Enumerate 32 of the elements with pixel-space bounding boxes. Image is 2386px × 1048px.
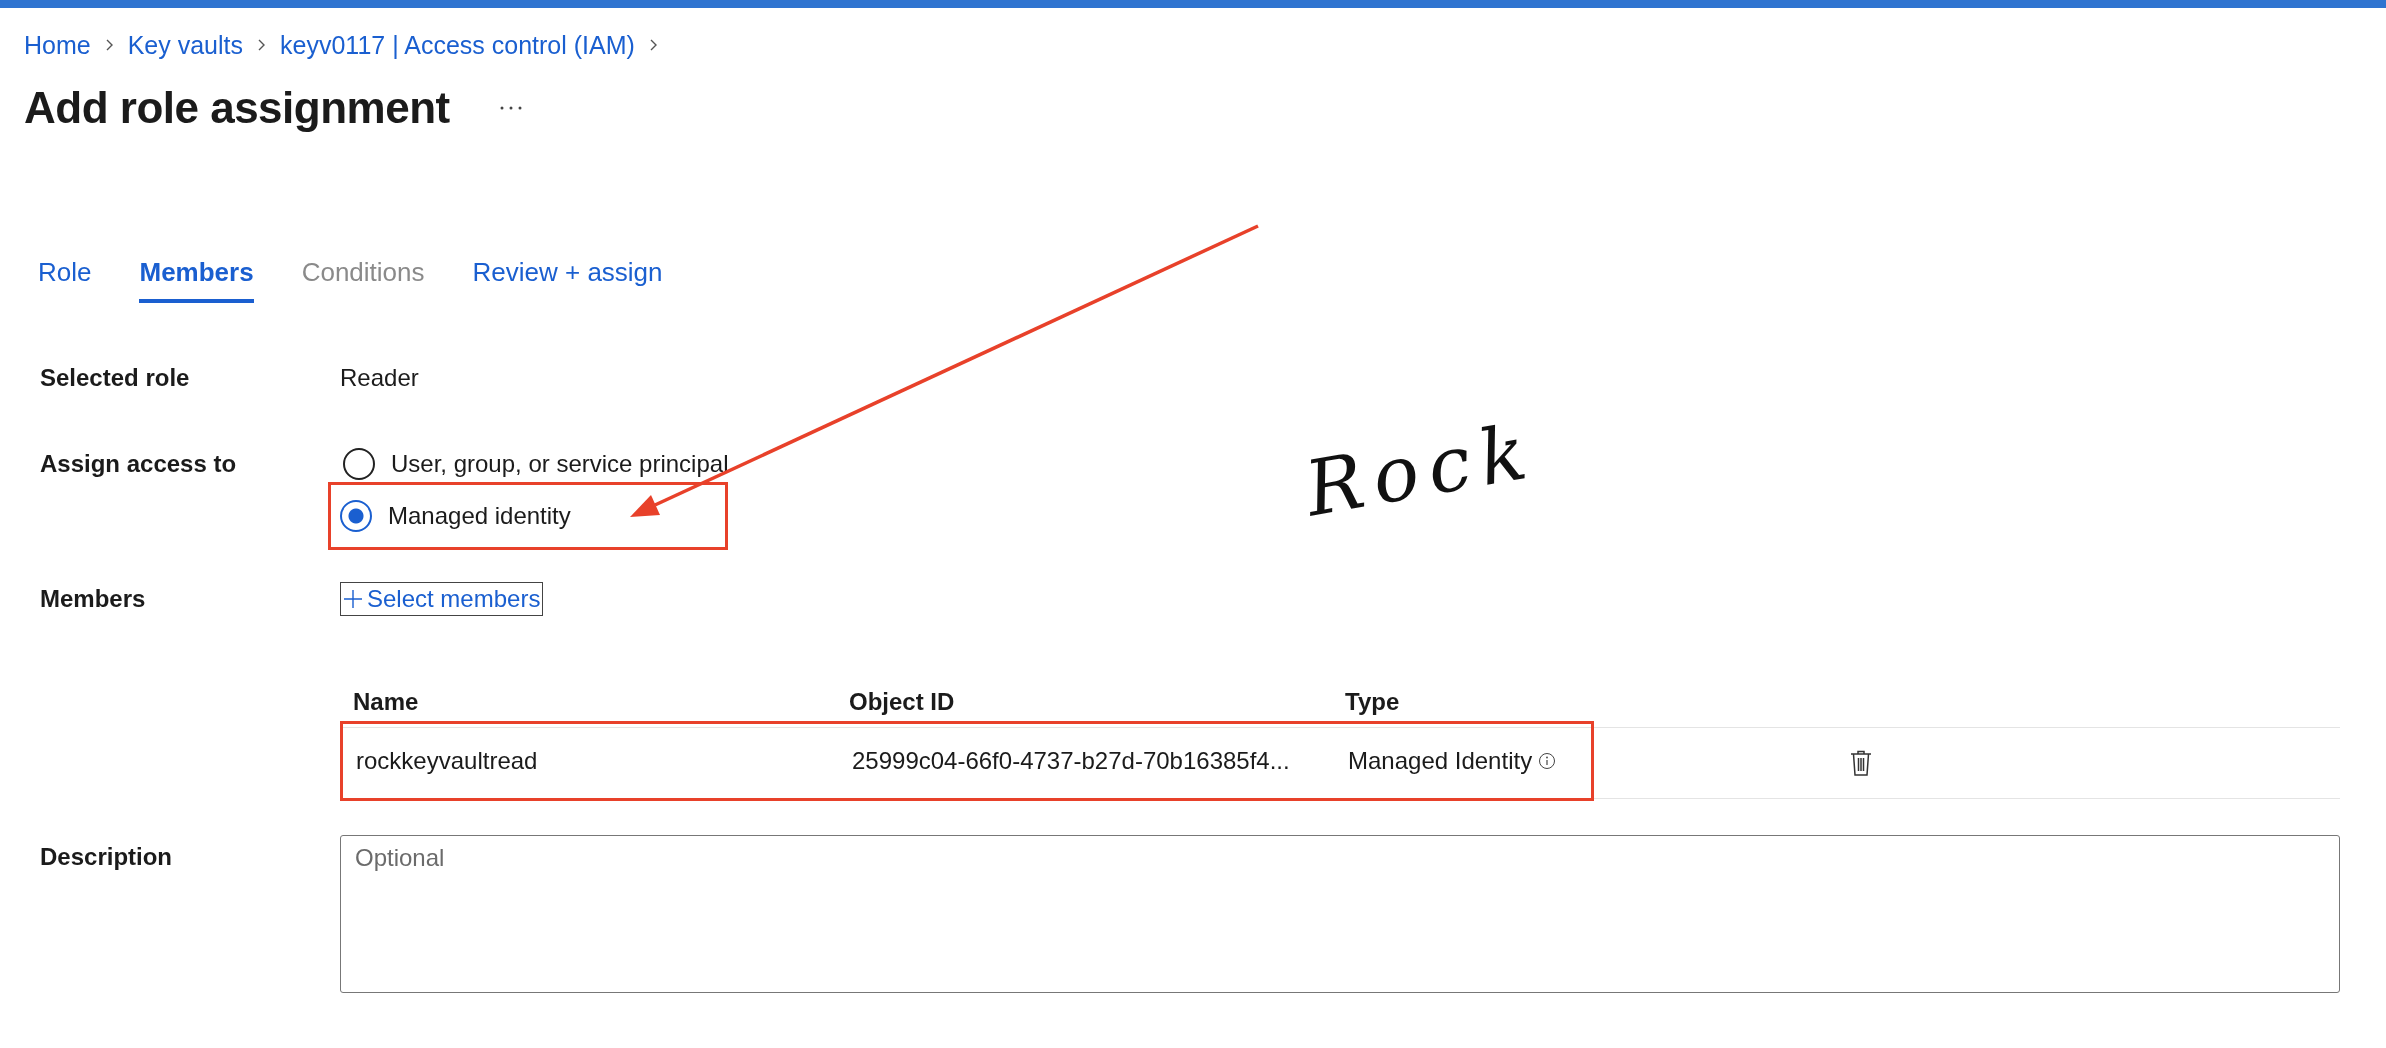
field-label: Selected role [40, 364, 191, 392]
table-cell: Managed Identity [1348, 747, 1533, 775]
table-cell-text: rockkeyvaultread [355, 747, 539, 775]
radio-button[interactable] [343, 448, 375, 480]
column-header: Type [1344, 687, 1401, 717]
select-members-button[interactable]: Select members [340, 582, 544, 616]
chevron-icon [257, 39, 267, 51]
field-label: Assign access to [40, 449, 238, 479]
table-cell-text: 25999c04-66f0-4737-b27d-70b16385f4... [851, 747, 1291, 775]
tab[interactable]: Role [38, 245, 92, 303]
column-header: Object ID [848, 687, 956, 717]
info-icon [1538, 752, 1557, 770]
chevron-icon [648, 39, 658, 51]
radio-button[interactable] [340, 500, 372, 532]
chevron-icon [104, 39, 114, 51]
description-field[interactable]: Optional [340, 835, 2340, 993]
column-header: Name [352, 687, 420, 717]
tab[interactable]: Review + assign [472, 245, 663, 303]
more-icon [499, 106, 522, 110]
field-label: Members [40, 585, 147, 613]
handwritten-note: Rock [1299, 405, 1543, 534]
radio-label: Managed identity [388, 502, 571, 530]
radio-label: User, group, or service principal [391, 450, 729, 478]
breadcrumb-link[interactable]: Home [24, 30, 91, 60]
trash-icon[interactable] [1850, 750, 1872, 776]
page-title: Add role assignment [24, 83, 450, 133]
tab[interactable]: Members [139, 245, 254, 303]
breadcrumb-link[interactable]: Key vaults [127, 30, 244, 60]
field-label: Description [40, 842, 174, 872]
plus-icon [343, 589, 363, 609]
breadcrumb-link[interactable]: keyv0117 | Access control (IAM) [280, 30, 635, 60]
field-value: Reader [340, 364, 419, 392]
